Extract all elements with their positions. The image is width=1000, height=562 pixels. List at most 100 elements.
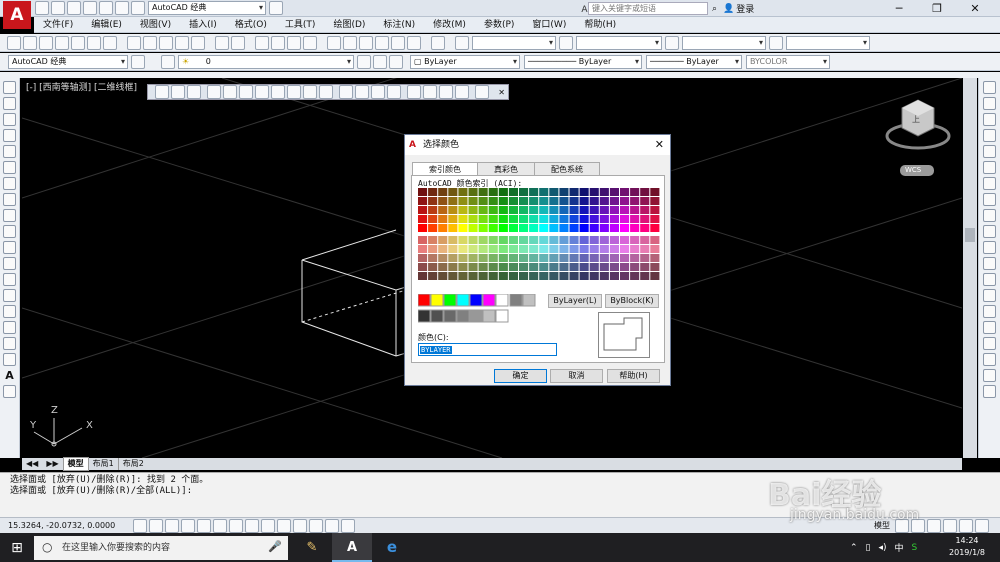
point-icon[interactable] <box>3 289 16 302</box>
move-faces-icon[interactable] <box>223 85 237 99</box>
break-at-point-icon[interactable] <box>983 257 996 270</box>
stretch-icon[interactable] <box>983 209 996 222</box>
volume-icon[interactable]: ◂) <box>879 543 887 553</box>
aci-swatch[interactable] <box>519 206 529 214</box>
aci-swatch[interactable] <box>498 197 508 205</box>
aci-swatch[interactable] <box>428 206 438 214</box>
menu-window[interactable]: 窗口(W) <box>523 17 575 33</box>
erase-icon[interactable] <box>983 81 996 94</box>
aci-swatch[interactable] <box>630 254 640 262</box>
menu-draw[interactable]: 绘图(D) <box>324 17 374 33</box>
aci-swatch[interactable] <box>418 215 428 223</box>
intersect-icon[interactable] <box>187 85 201 99</box>
microphone-icon[interactable]: 🎤 <box>268 540 282 553</box>
mtext-icon[interactable]: A <box>0 369 19 382</box>
aci-swatch[interactable] <box>529 224 539 232</box>
aci-swatch[interactable] <box>599 245 609 253</box>
layer-previous-icon[interactable] <box>373 54 387 69</box>
aci-swatch[interactable] <box>539 206 549 214</box>
aci-swatch[interactable] <box>569 236 579 244</box>
aci-swatch[interactable] <box>448 254 458 262</box>
zoom-window-icon[interactable] <box>287 35 301 50</box>
aci-swatch[interactable] <box>630 236 640 244</box>
blend-curves-icon[interactable] <box>983 337 996 350</box>
aci-swatch[interactable] <box>498 188 508 196</box>
color-faces-icon[interactable] <box>319 85 333 99</box>
aci-swatch[interactable] <box>609 254 619 262</box>
aci-swatch[interactable] <box>438 245 448 253</box>
aci-swatch[interactable] <box>468 236 478 244</box>
aci-swatch[interactable] <box>569 215 579 223</box>
offset-icon[interactable] <box>983 129 996 142</box>
match-properties-icon[interactable] <box>175 35 189 50</box>
cut-icon[interactable] <box>127 35 141 50</box>
extrude-faces-icon[interactable] <box>207 85 221 99</box>
aci-swatch[interactable] <box>650 215 660 223</box>
workspace-settings-icon[interactable] <box>131 54 145 69</box>
minimize-icon[interactable]: ─ <box>880 2 918 15</box>
aci-swatch[interactable] <box>609 215 619 223</box>
aci-swatch[interactable] <box>448 197 458 205</box>
aci-swatch[interactable] <box>620 245 630 253</box>
aci-swatch[interactable] <box>620 236 630 244</box>
aci-swatch[interactable] <box>620 254 630 262</box>
menu-insert[interactable]: 插入(I) <box>180 17 226 33</box>
aci-swatch[interactable] <box>478 224 488 232</box>
design-center-icon[interactable] <box>343 35 357 50</box>
make-current-layer-icon[interactable] <box>357 54 371 69</box>
aci-swatch[interactable] <box>549 272 559 280</box>
aci-swatch[interactable] <box>620 272 630 280</box>
aci-swatch[interactable] <box>519 236 529 244</box>
infer-constraints-icon[interactable] <box>133 518 147 533</box>
properties-icon[interactable] <box>327 35 341 50</box>
workspace-switch-icon[interactable] <box>943 518 957 533</box>
windows-start-icon[interactable]: ⊞ <box>0 540 34 556</box>
region-icon[interactable] <box>3 337 16 350</box>
aci-swatch[interactable] <box>478 197 488 205</box>
solid-history-icon[interactable] <box>455 85 469 99</box>
aci-swatch[interactable] <box>559 224 569 232</box>
aci-swatch[interactable] <box>539 263 549 271</box>
aci-swatch[interactable] <box>438 263 448 271</box>
aci-swatch[interactable] <box>418 197 428 205</box>
aci-swatch[interactable] <box>549 245 559 253</box>
aci-swatch[interactable] <box>589 224 599 232</box>
aci-swatch[interactable] <box>589 215 599 223</box>
mleader-style-combo[interactable] <box>786 35 870 50</box>
explode-icon[interactable] <box>983 353 996 366</box>
aci-swatch[interactable] <box>589 245 599 253</box>
aci-swatch[interactable] <box>650 245 660 253</box>
aci-swatch[interactable] <box>559 206 569 214</box>
aci-swatch[interactable] <box>609 224 619 232</box>
trim-icon[interactable] <box>983 225 996 238</box>
coordinates-readout[interactable]: 15.3264, -20.0732, 0.0000 <box>0 521 132 530</box>
aci-swatch[interactable] <box>468 272 478 280</box>
taskbar-search-input[interactable]: 在这里输入你要搜索的内容 <box>34 536 288 560</box>
aci-swatch[interactable] <box>609 263 619 271</box>
aci-swatch[interactable] <box>428 254 438 262</box>
edge-app-icon[interactable]: e <box>372 533 412 562</box>
aci-swatch[interactable] <box>620 197 630 205</box>
standard-color-swatch[interactable] <box>482 294 496 307</box>
menu-modify[interactable]: 修改(M) <box>424 17 475 33</box>
aci-swatch[interactable] <box>418 272 428 280</box>
standard-color-swatch[interactable] <box>443 294 457 307</box>
aci-swatch[interactable] <box>498 263 508 271</box>
aci-swatch[interactable] <box>609 236 619 244</box>
check-icon[interactable] <box>439 85 453 99</box>
aci-swatch[interactable] <box>640 206 650 214</box>
join-icon[interactable] <box>983 289 996 302</box>
aci-swatch[interactable] <box>599 254 609 262</box>
aci-swatch[interactable] <box>529 197 539 205</box>
aci-swatch[interactable] <box>579 263 589 271</box>
aci-swatch[interactable] <box>589 272 599 280</box>
ellipse-arc-icon[interactable] <box>3 241 16 254</box>
aci-swatch[interactable] <box>650 224 660 232</box>
menu-parametric[interactable]: 参数(P) <box>475 17 523 33</box>
aci-swatch[interactable] <box>539 236 549 244</box>
workspace-combo[interactable]: AutoCAD 经典 <box>148 1 266 15</box>
aci-swatch[interactable] <box>650 263 660 271</box>
aci-swatch[interactable] <box>589 254 599 262</box>
aci-swatch[interactable] <box>539 197 549 205</box>
aci-swatch[interactable] <box>498 206 508 214</box>
